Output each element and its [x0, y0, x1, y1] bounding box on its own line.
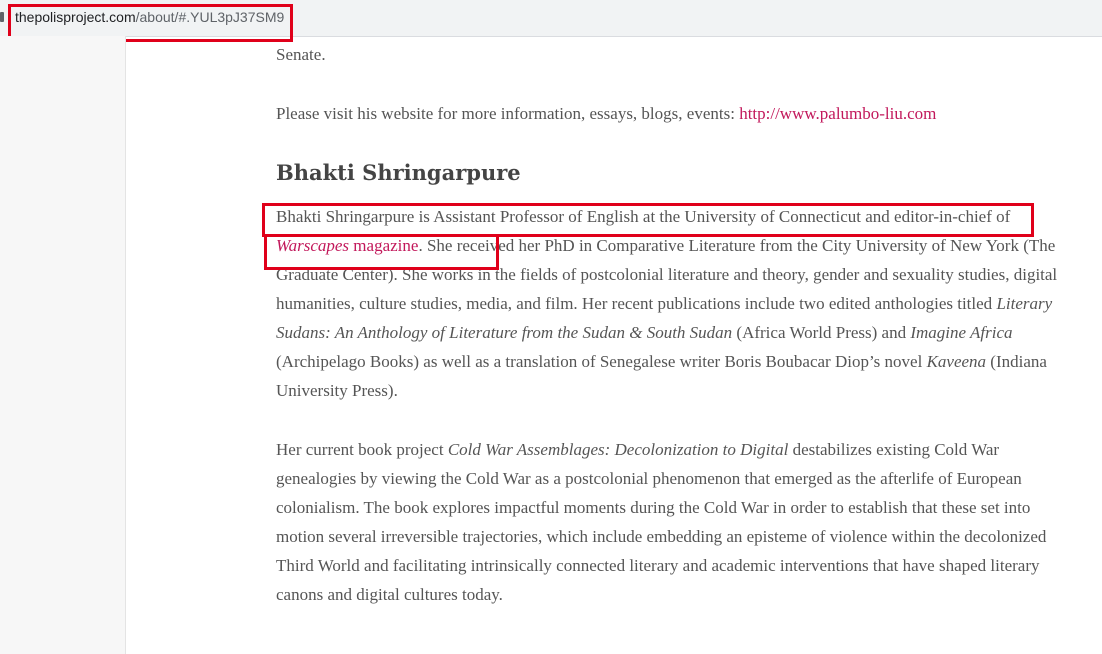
article-content: Senate. Please visit his website for mor…: [276, 36, 1066, 609]
palumbo-liu-link[interactable]: http://www.palumbo-liu.com: [739, 104, 936, 123]
warscapes-link-italic: Warscapes: [276, 236, 350, 255]
project-text-1: Her current book project: [276, 440, 448, 459]
previous-text-tail: Senate.: [276, 45, 326, 64]
bio-text-3: (Africa World Press) and: [732, 323, 911, 342]
project-title: Cold War Assemblages: Decolonization to …: [447, 440, 789, 459]
project-text-2: destabilizes existing Cold War genealogi…: [276, 440, 1047, 604]
warscapes-link-plain: magazine: [349, 236, 419, 255]
section-heading: Bhakti Shringarpure: [276, 160, 521, 185]
bio-paragraph: Bhakti Shringarpure is Assistant Profess…: [276, 202, 1066, 405]
bio-title-3: Kaveena: [926, 352, 987, 371]
warscapes-link[interactable]: Warscapes magazine: [276, 236, 418, 255]
bio-text-1: Bhakti Shringarpure is Assistant Profess…: [276, 207, 1011, 226]
project-paragraph: Her current book project Cold War Assemb…: [276, 435, 1066, 609]
visit-paragraph: Please visit his website for more inform…: [276, 99, 1066, 128]
url-text[interactable]: thepolisproject.com/about/#.YUL3pJ37SM9: [15, 9, 284, 25]
bio-text-4: (Archipelago Books) as well as a transla…: [276, 352, 927, 371]
address-bar[interactable]: thepolisproject.com/about/#.YUL3pJ37SM9: [0, 0, 1102, 37]
visit-text: Please visit his website for more inform…: [276, 104, 740, 123]
bio-title-2: Imagine Africa: [910, 323, 1013, 342]
url-path: /about/#.YUL3pJ37SM9: [135, 9, 285, 25]
left-gutter: [0, 36, 126, 654]
lock-icon: [0, 12, 4, 22]
url-host: thepolisproject.com: [15, 9, 136, 25]
